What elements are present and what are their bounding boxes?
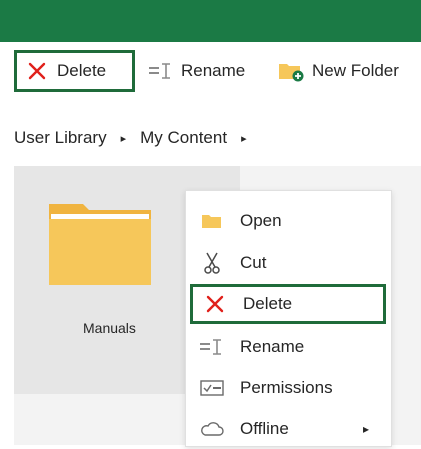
menu-item-label: Offline <box>240 419 289 438</box>
menu-item-label: Permissions <box>240 378 333 397</box>
delete-x-icon <box>23 59 51 83</box>
menu-item-open[interactable]: Open <box>186 201 391 241</box>
new-folder-icon <box>278 59 306 83</box>
cloud-icon <box>198 417 226 441</box>
menu-item-permissions[interactable]: Permissions <box>186 368 391 408</box>
menu-item-cut[interactable]: Cut <box>186 243 391 283</box>
menu-item-label: Cut <box>240 253 267 272</box>
new-folder-button-label: New Folder <box>312 61 399 80</box>
rename-icon <box>147 59 175 83</box>
folder-open-icon <box>198 209 226 233</box>
menu-item-label: Rename <box>240 337 305 356</box>
menu-item-delete[interactable]: Delete <box>190 284 386 324</box>
menu-item-rename[interactable]: Rename <box>186 327 391 367</box>
breadcrumb-separator-icon[interactable]: ▸ <box>241 132 247 145</box>
rename-button-label: Rename <box>181 61 246 80</box>
toolbar: Delete Rename New Folder <box>0 42 421 106</box>
scissors-icon <box>198 251 226 275</box>
delete-button[interactable]: Delete <box>14 50 135 92</box>
menu-item-offline[interactable]: Offline ▸ <box>186 409 391 449</box>
breadcrumb-user-library[interactable]: User Library <box>14 128 107 148</box>
folder-name-label: Manuals <box>83 320 136 336</box>
menu-item-label: Delete <box>243 294 293 313</box>
rename-button[interactable]: Rename <box>145 50 245 92</box>
menu-item-label: Open <box>240 211 282 230</box>
delete-x-icon <box>201 292 229 316</box>
breadcrumb-separator-icon: ▸ <box>120 132 127 145</box>
app-header-bar <box>0 0 421 42</box>
new-folder-button[interactable]: New Folder <box>278 50 399 92</box>
permissions-icon <box>198 376 226 400</box>
context-menu: Open Cut Delete Rename Permissions Offli… <box>185 190 392 447</box>
breadcrumb-my-content[interactable]: My Content <box>140 128 227 148</box>
submenu-arrow-icon: ▸ <box>362 422 369 436</box>
breadcrumb: User Library ▸ My Content ▸ <box>0 120 421 156</box>
rename-icon <box>198 335 226 359</box>
folder-icon <box>49 204 151 285</box>
delete-button-label: Delete <box>57 61 107 80</box>
